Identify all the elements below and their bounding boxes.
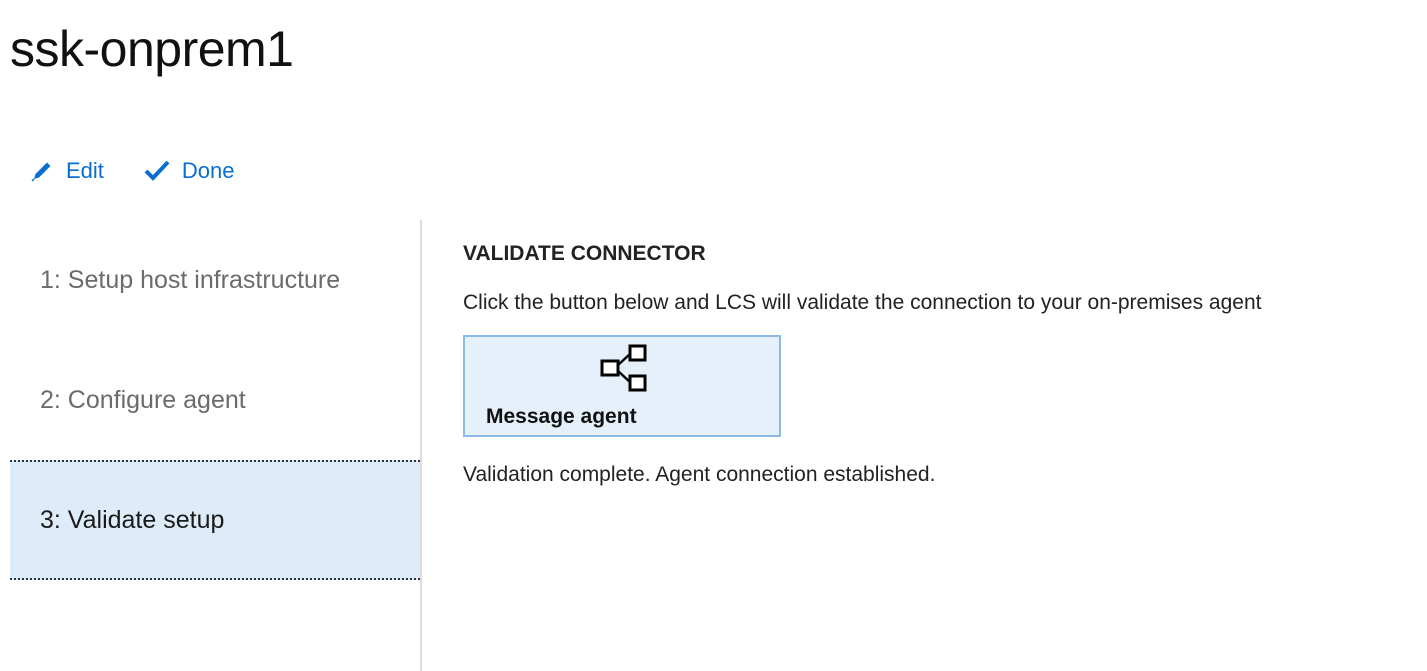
description: Click the button below and LCS will vali… — [463, 291, 1262, 314]
step-setup-host[interactable]: 1: Setup host infrastructure — [10, 220, 420, 340]
divider — [420, 220, 422, 671]
edit-button[interactable]: Edit — [30, 158, 104, 184]
message-agent-button[interactable]: Message agent — [463, 335, 781, 437]
step-configure-agent[interactable]: 2: Configure agent — [10, 340, 420, 460]
steps-sidebar: 1: Setup host infrastructure 2: Configur… — [10, 220, 420, 580]
step-validate-setup[interactable]: 3: Validate setup — [10, 460, 420, 580]
page-title: ssk-onprem1 — [10, 21, 294, 77]
pencil-icon — [31, 162, 51, 182]
toolbar: Edit Done — [30, 158, 235, 184]
step-label: 2: Configure agent — [40, 385, 246, 414]
validation-status: Validation complete. Agent connection es… — [463, 463, 936, 486]
step-label: 1: Setup host infrastructure — [40, 265, 341, 294]
edit-label: Edit — [66, 158, 104, 183]
validate-panel: VALIDATE CONNECTOR Click the button belo… — [463, 242, 1261, 487]
section-heading: VALIDATE CONNECTOR — [463, 242, 706, 265]
hierarchy-icon — [600, 344, 647, 392]
done-button[interactable]: Done — [144, 158, 235, 184]
step-label: 3: Validate setup — [40, 505, 225, 534]
checkmark-icon — [144, 160, 170, 181]
message-agent-label: Message agent — [486, 405, 637, 428]
done-label: Done — [181, 158, 235, 183]
